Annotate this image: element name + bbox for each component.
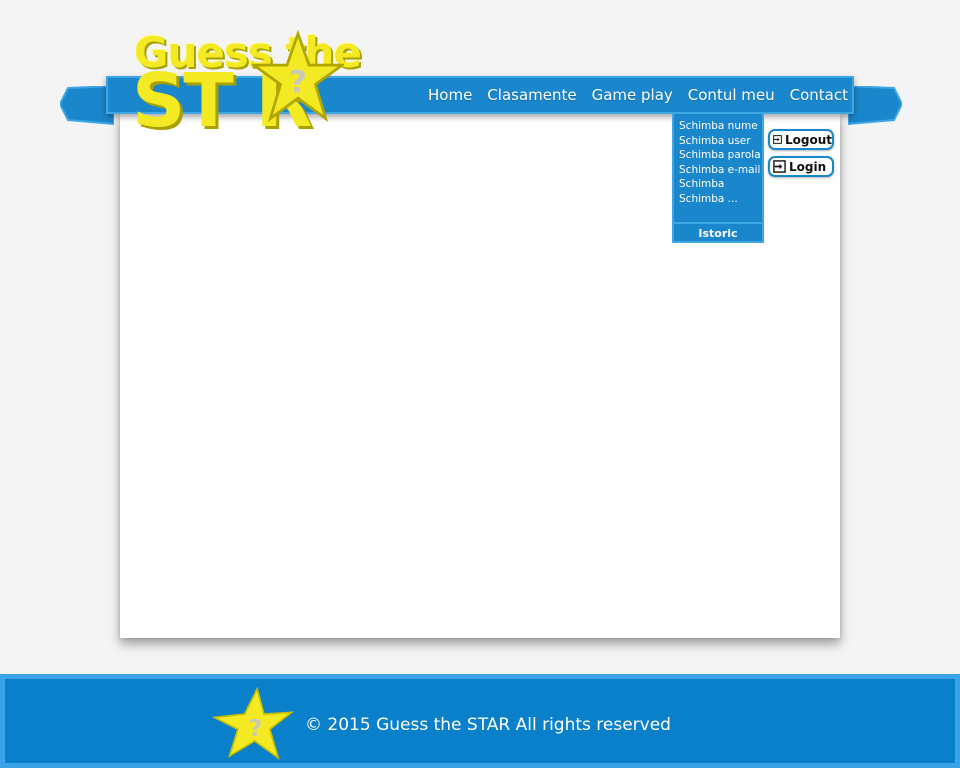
- menu-item-istoric[interactable]: Istoric: [674, 225, 762, 242]
- nav-item-home[interactable]: Home: [428, 86, 472, 104]
- nav-item-clasamente[interactable]: Clasamente: [487, 86, 576, 104]
- menu-item-schimba-more[interactable]: Schimba ...: [679, 192, 761, 207]
- sign-in-icon: [773, 160, 786, 173]
- account-menu-list: Schimba nume Schimba user Schimba parola…: [679, 119, 761, 206]
- footer-star-icon: ?: [211, 687, 295, 760]
- menu-divider: [674, 222, 762, 224]
- logo-star-mark: ?: [289, 65, 307, 101]
- menu-item-schimba-user[interactable]: Schimba user: [679, 134, 761, 149]
- page-footer: ? © 2015 Guess the STAR All rights reser…: [0, 674, 960, 768]
- nav-item-game-play[interactable]: Game play: [592, 86, 673, 104]
- logout-label: Logout: [784, 132, 832, 147]
- site-logo[interactable]: Guess the ST R ?: [124, 20, 424, 144]
- footer-star-mark: ?: [249, 714, 263, 742]
- copyright-text: © 2015 Guess the STAR All rights reserve…: [305, 715, 671, 735]
- sign-in-icon: [773, 135, 782, 144]
- menu-item-schimba-nume[interactable]: Schimba nume: [679, 119, 761, 134]
- nav-item-contul-meu[interactable]: Contul meu: [688, 86, 775, 104]
- account-dropdown-menu: Schimba nume Schimba user Schimba parola…: [672, 112, 764, 243]
- menu-item-schimba-email[interactable]: Schimba e-mail: [679, 163, 761, 178]
- menu-item-schimba[interactable]: Schimba: [679, 177, 761, 192]
- login-label: Login: [789, 159, 827, 174]
- logo-star-icon: ?: [252, 29, 344, 123]
- nav-item-contact[interactable]: Contact: [790, 86, 848, 104]
- login-button[interactable]: Login: [768, 156, 834, 177]
- logout-button[interactable]: Logout: [768, 129, 834, 150]
- menu-item-schimba-parola[interactable]: Schimba parola: [679, 148, 761, 163]
- nav-menu: Home Clasamente Game play Contul meu Con…: [428, 78, 848, 112]
- ribbon-right-tail: [848, 86, 902, 126]
